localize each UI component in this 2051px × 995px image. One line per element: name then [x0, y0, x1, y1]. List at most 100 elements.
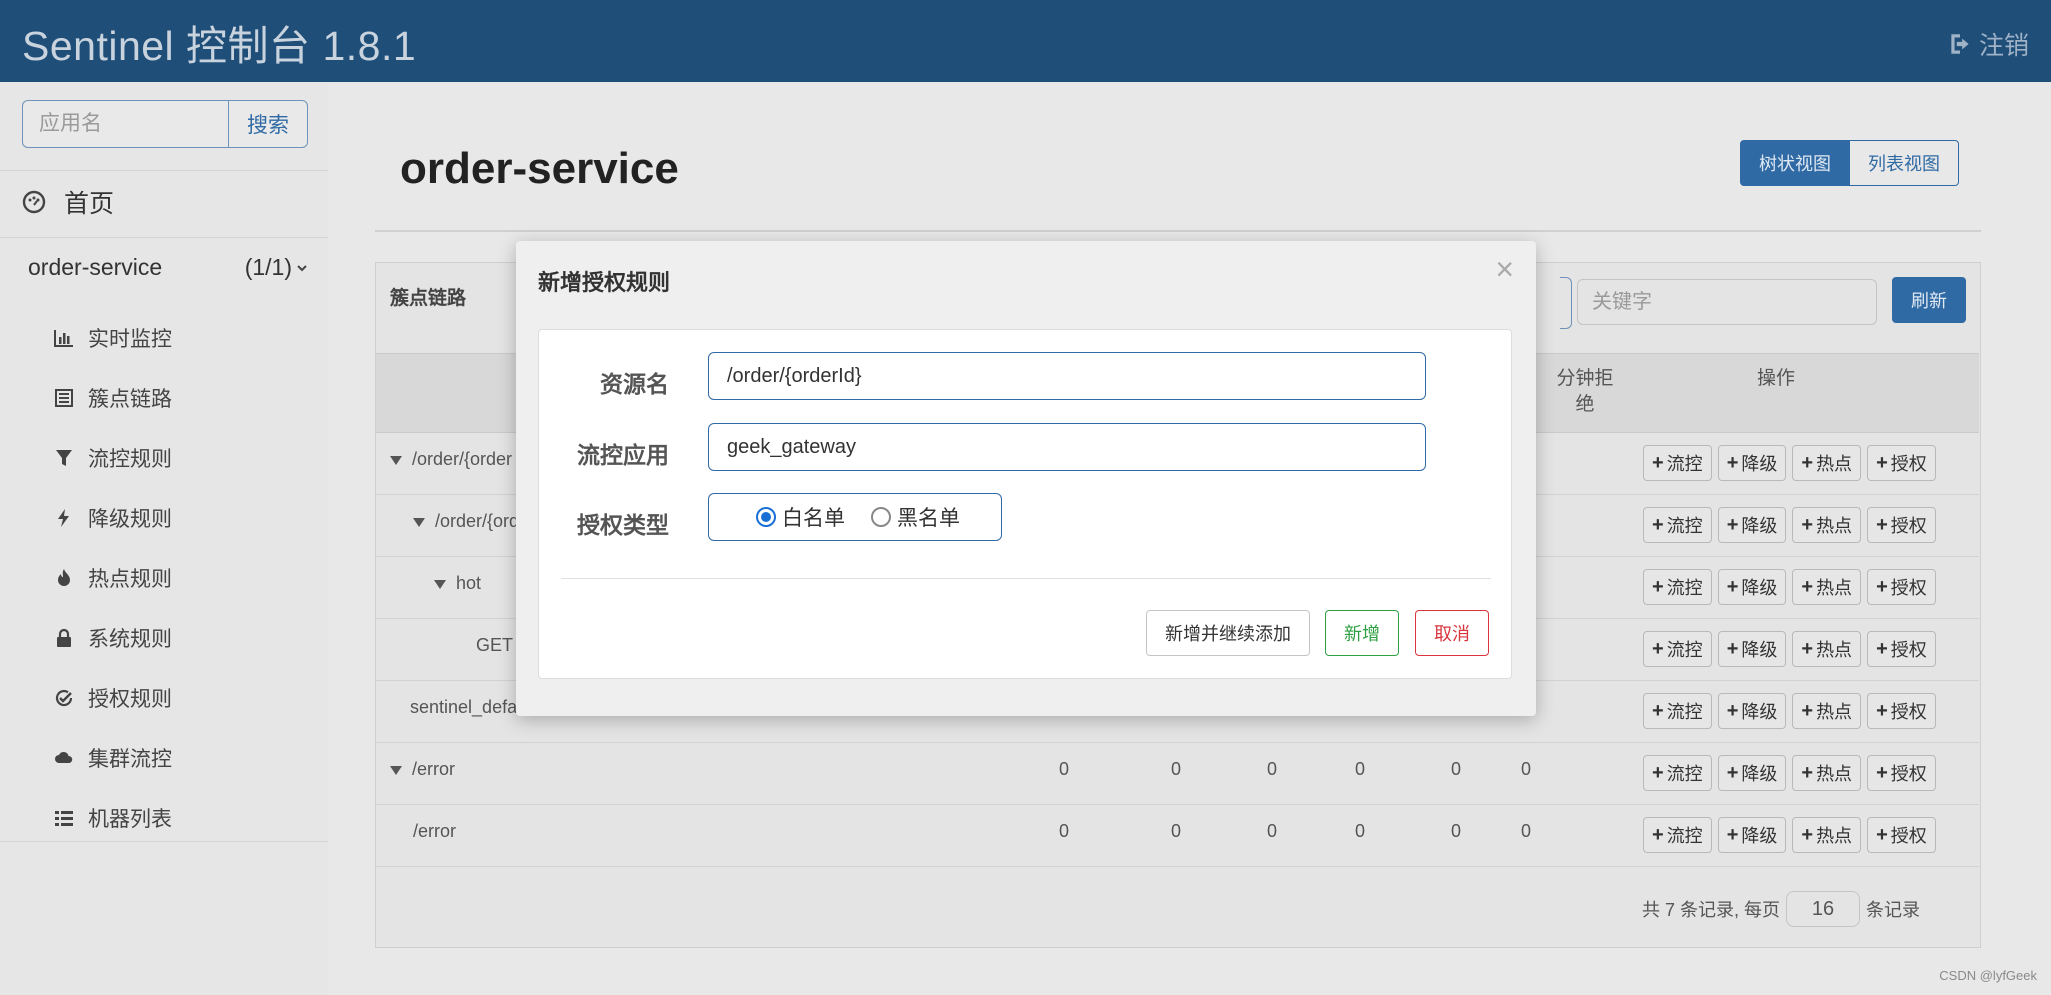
pager-suffix: 条记录 — [1866, 900, 1921, 920]
sidebar-item-system-rules[interactable]: 系统规则 — [54, 608, 172, 668]
sidebar-item-auth-rules[interactable]: 授权规则 — [54, 668, 172, 728]
flow-button[interactable]: + 流控 — [1643, 755, 1712, 791]
panel-app-input[interactable] — [1560, 277, 1572, 329]
sidebar-app-toggle[interactable]: order-service (1/1) — [28, 254, 308, 281]
plus-icon: + — [1726, 513, 1739, 536]
plus-icon: + — [1876, 637, 1888, 660]
metric-cell: 0 — [1354, 821, 1365, 841]
caret-down-icon[interactable] — [390, 455, 402, 465]
list-view-button[interactable]: 列表视图 — [1850, 140, 1959, 186]
keyword-input[interactable] — [1577, 279, 1877, 325]
list-icon — [55, 389, 73, 407]
degrade-button[interactable]: + 降级 — [1717, 507, 1787, 543]
column-header-reject: 分钟拒 绝 — [1556, 368, 1614, 415]
app-search-button[interactable]: 搜索 — [228, 100, 308, 148]
hot-button[interactable]: + 热点 — [1792, 507, 1862, 543]
hot-button[interactable]: + 热点 — [1792, 445, 1862, 481]
strategy-label: 授权类型 — [577, 512, 669, 538]
sidebar-item-label: 集群流控 — [88, 748, 172, 771]
plus-icon: + — [1652, 823, 1664, 846]
brand-title[interactable]: Sentinel 控制台 1.8.1 — [22, 12, 416, 72]
resource-name-cell: /order/{ord — [413, 511, 519, 532]
sidebar-item-flow-rules[interactable]: 流控规则 — [54, 428, 172, 488]
sidebar-item-realtime[interactable]: 实时监控 — [54, 308, 172, 368]
flow-button[interactable]: + 流控 — [1643, 631, 1712, 667]
auth-button[interactable]: + 授权 — [1867, 445, 1936, 481]
resource-input[interactable] — [708, 352, 1426, 400]
auth-button[interactable]: + 授权 — [1867, 755, 1936, 791]
op-label: 授权 — [1890, 516, 1927, 536]
sidebar-item-machines[interactable]: 机器列表 — [54, 788, 172, 848]
degrade-button[interactable]: + 降级 — [1717, 631, 1787, 667]
sidebar-app-count: (1/1) — [244, 254, 292, 280]
auth-button[interactable]: + 授权 — [1867, 817, 1936, 853]
sidebar-item-cluster-link[interactable]: 簇点链路 — [54, 368, 172, 428]
caret-down-icon[interactable] — [413, 517, 425, 527]
sidebar-item-hot-rules[interactable]: 热点规则 — [54, 548, 172, 608]
caret-down-icon[interactable] — [434, 579, 446, 589]
resource-name-cell: hot — [434, 573, 481, 594]
auth-button[interactable]: + 授权 — [1867, 693, 1936, 729]
op-label: 降级 — [1741, 826, 1778, 846]
plus-icon: + — [1876, 761, 1888, 784]
radio-checked-icon — [756, 507, 776, 527]
whitelist-radio[interactable]: 白名单 — [756, 502, 845, 532]
close-button[interactable]: × — [1495, 251, 1514, 288]
op-label: 热点 — [1816, 454, 1853, 474]
logout-button[interactable]: 注销 — [1947, 26, 2029, 62]
op-label: 降级 — [1741, 640, 1778, 660]
cancel-button[interactable]: 取消 — [1415, 610, 1489, 656]
hot-button[interactable]: + 热点 — [1792, 693, 1862, 729]
flow-button[interactable]: + 流控 — [1643, 693, 1712, 729]
degrade-button[interactable]: + 降级 — [1717, 693, 1787, 729]
plus-icon: + — [1801, 823, 1814, 846]
degrade-button[interactable]: + 降级 — [1717, 445, 1787, 481]
sidebar-item-cluster-flow[interactable]: 集群流控 — [54, 728, 172, 788]
plus-icon: + — [1876, 575, 1888, 598]
op-label: 流控 — [1666, 640, 1703, 660]
op-label: 降级 — [1741, 764, 1778, 784]
metric-cell: 0 — [1354, 759, 1365, 779]
flow-button[interactable]: + 流控 — [1643, 817, 1712, 853]
limit-app-input[interactable] — [708, 423, 1426, 471]
tree-view-button[interactable]: 树状视图 — [1740, 140, 1850, 186]
flow-button[interactable]: + 流控 — [1643, 569, 1712, 605]
blacklist-radio[interactable]: 黑名单 — [871, 502, 960, 532]
auth-button[interactable]: + 授权 — [1867, 631, 1936, 667]
resource-name-cell: /order/{order — [390, 449, 512, 470]
degrade-button[interactable]: + 降级 — [1717, 569, 1787, 605]
refresh-button[interactable]: 刷新 — [1892, 277, 1966, 323]
op-label: 热点 — [1816, 826, 1853, 846]
plus-icon: + — [1876, 513, 1888, 536]
degrade-button[interactable]: + 降级 — [1717, 817, 1787, 853]
fire-icon — [58, 569, 70, 586]
app-search-input[interactable] — [22, 100, 228, 148]
plus-icon: + — [1652, 451, 1664, 474]
add-and-continue-button[interactable]: 新增并继续添加 — [1146, 610, 1310, 656]
op-label: 降级 — [1741, 516, 1778, 536]
blacklist-label: 黑名单 — [897, 507, 960, 530]
sidebar-item-degrade-rules[interactable]: 降级规则 — [54, 488, 172, 548]
plus-icon: + — [1652, 637, 1664, 660]
divider — [375, 230, 1981, 232]
hot-button[interactable]: + 热点 — [1792, 631, 1862, 667]
metric-cell: 0 — [1450, 821, 1461, 841]
flow-button[interactable]: + 流控 — [1643, 507, 1712, 543]
add-button[interactable]: 新增 — [1325, 610, 1399, 656]
hot-button[interactable]: + 热点 — [1792, 817, 1862, 853]
hot-button[interactable]: + 热点 — [1792, 569, 1862, 605]
sidebar-item-home[interactable]: 首页 — [22, 184, 114, 220]
page-size-input[interactable] — [1786, 891, 1861, 927]
op-label: 流控 — [1666, 764, 1703, 784]
plus-icon: + — [1801, 513, 1814, 536]
sidebar: 搜索 首页 order-service (1/1) 实时监控 簇点链路 流控规则… — [0, 82, 328, 995]
caret-down-icon[interactable] — [390, 765, 402, 775]
add-auth-rule-dialog: 新增授权规则 × 资源名 流控应用 授权类型 白名单 黑名单 新增并继续添加 新… — [516, 241, 1536, 716]
op-label: 热点 — [1816, 640, 1853, 660]
degrade-button[interactable]: + 降级 — [1717, 755, 1787, 791]
auth-button[interactable]: + 授权 — [1867, 507, 1936, 543]
auth-button[interactable]: + 授权 — [1867, 569, 1936, 605]
flow-button[interactable]: + 流控 — [1643, 445, 1712, 481]
resource-name: GET — [476, 635, 514, 655]
hot-button[interactable]: + 热点 — [1792, 755, 1862, 791]
